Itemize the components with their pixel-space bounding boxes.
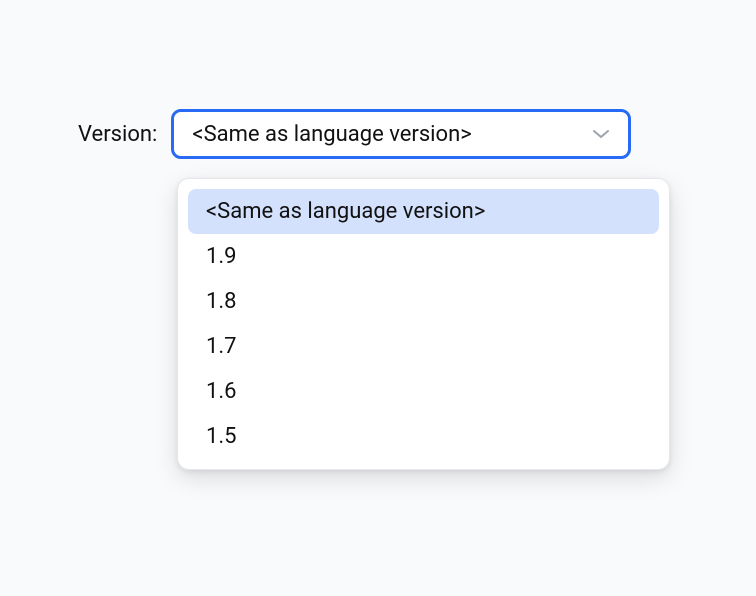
version-option[interactable]: 1.5 bbox=[188, 414, 659, 459]
version-option[interactable]: 1.6 bbox=[188, 369, 659, 414]
version-option[interactable]: 1.8 bbox=[188, 279, 659, 324]
version-option[interactable]: 1.7 bbox=[188, 324, 659, 369]
version-option[interactable]: 1.9 bbox=[188, 234, 659, 279]
version-dropdown: <Same as language version> 1.9 1.8 1.7 1… bbox=[177, 178, 670, 470]
version-select[interactable]: <Same as language version> bbox=[171, 109, 631, 159]
version-selected-value: <Same as language version> bbox=[192, 122, 471, 147]
version-label: Version: bbox=[78, 122, 157, 147]
version-field-row: Version: <Same as language version> bbox=[78, 109, 631, 159]
chevron-down-icon bbox=[592, 128, 610, 140]
version-option[interactable]: <Same as language version> bbox=[188, 189, 659, 234]
